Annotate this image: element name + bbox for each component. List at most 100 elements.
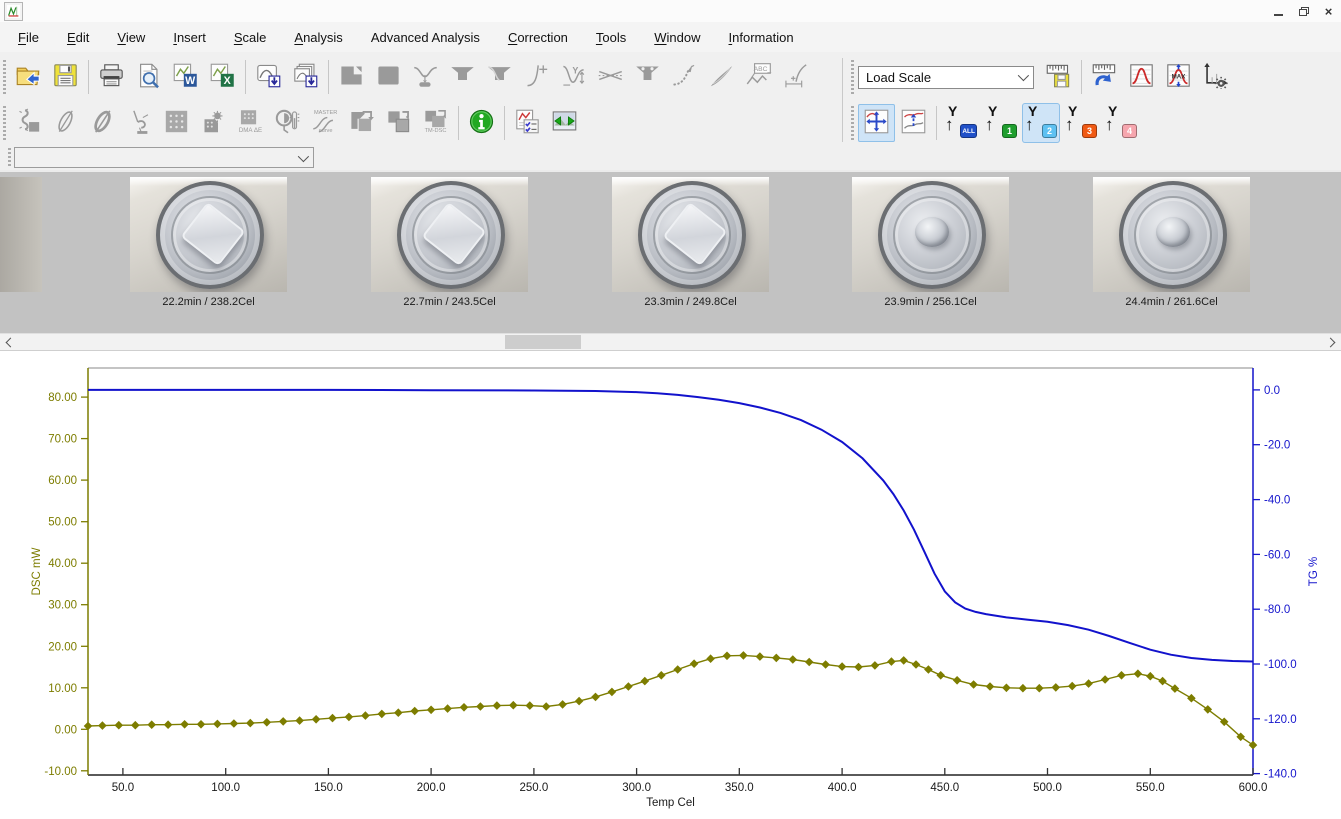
open-file-button[interactable]: [10, 58, 47, 96]
zone-select-2-icon: [375, 62, 402, 92]
minimize-button[interactable]: [1266, 1, 1291, 21]
print-button[interactable]: [93, 58, 130, 96]
y-axis-4-button[interactable]: Y↑4: [1102, 103, 1140, 143]
y-shift-mode-button[interactable]: [895, 104, 932, 142]
temperature-probe-button: [269, 104, 306, 142]
horizontal-scrollbar[interactable]: [0, 333, 1341, 351]
information-button[interactable]: [463, 104, 500, 142]
restore-icon: [1299, 7, 1309, 16]
y-axis-3-button[interactable]: Y↑3: [1062, 103, 1100, 143]
peak-top-icon: [634, 62, 661, 92]
axis-settings-button[interactable]: [1197, 58, 1234, 96]
menu-tools[interactable]: Tools: [582, 25, 640, 50]
toolbar-gripper[interactable]: [8, 148, 11, 166]
y-axis-2-button[interactable]: Y↑2: [1022, 103, 1060, 143]
toolbar-gripper[interactable]: [3, 106, 6, 140]
save-scale-button[interactable]: [1040, 58, 1077, 96]
chevron-down-icon: [1018, 70, 1029, 81]
restore-button[interactable]: [1291, 1, 1316, 21]
scroll-right-button[interactable]: [1323, 334, 1341, 350]
svg-text:X: X: [224, 75, 232, 87]
scrollbar-thumb[interactable]: [505, 335, 581, 349]
image-display-button[interactable]: [546, 104, 583, 142]
sample-frame[interactable]: 23.9min / 256.1Cel: [852, 177, 1009, 308]
onset-point-icon: [523, 62, 550, 92]
sample-photo: [0, 177, 42, 292]
ring-analysis-1-button: [47, 104, 84, 142]
toolbar-separator: [458, 106, 459, 140]
sample-frame[interactable]: 23.3min / 249.8Cel: [612, 177, 769, 308]
print-preview-button[interactable]: [130, 58, 167, 96]
scroll-left-button[interactable]: [0, 334, 18, 350]
scale-preset-combobox[interactable]: Load Scale: [858, 66, 1034, 89]
master-curve-button: MASTERcurve: [306, 104, 343, 142]
range-measure-button: [777, 58, 814, 96]
pan-mode-button[interactable]: [858, 104, 895, 142]
sample-frame[interactable]: 22.7min / 243.5Cel: [371, 177, 528, 308]
svg-text:-100.0: -100.0: [1264, 659, 1297, 671]
import-curves-multi-button[interactable]: [287, 58, 324, 96]
y-axis-all-button[interactable]: Y↑ALL: [942, 103, 980, 143]
y-badge: 3: [1082, 124, 1097, 138]
menu-window[interactable]: Window: [640, 25, 714, 50]
svg-text:500.0: 500.0: [1033, 782, 1062, 794]
menu-scale[interactable]: Scale: [220, 25, 281, 50]
svg-text:-80.0: -80.0: [1264, 604, 1290, 616]
sample-frame[interactable]: 22.2min / 238.2Cel: [130, 177, 287, 308]
analysis-report-button[interactable]: [509, 104, 546, 142]
toolbar-separator: [245, 60, 246, 94]
auto-scale-max-button[interactable]: MAX: [1160, 58, 1197, 96]
zone-select-1-button: [333, 58, 370, 96]
menu-advanced-analysis[interactable]: Advanced Analysis: [357, 25, 494, 50]
data-combobox[interactable]: [14, 147, 314, 168]
export-excel-button[interactable]: X: [204, 58, 241, 96]
import-curve-icon: [255, 62, 282, 92]
tm-dsc-icon: TM-DSC: [422, 108, 449, 138]
onset-point-button: [518, 58, 555, 96]
auto-scale-curve-button[interactable]: [1123, 58, 1160, 96]
close-button[interactable]: ×: [1316, 1, 1341, 21]
dsc-axis-label: DSC mW: [31, 547, 43, 595]
menu-view[interactable]: View: [103, 25, 159, 50]
toolbar-gripper[interactable]: [3, 60, 6, 94]
toolbar-gripper[interactable]: [851, 106, 854, 140]
sample-photo: [852, 177, 1009, 292]
overlay-1-button: [343, 104, 380, 142]
toolbar-area: WXYABC_ DMA ΔEMASTERcurveTM-DSC Load Sca…: [0, 52, 1341, 171]
menu-correction[interactable]: Correction: [494, 25, 582, 50]
sample-melt: [1156, 217, 1190, 247]
annotation-button: ABC_: [740, 58, 777, 96]
sample-frame[interactable]: [0, 177, 42, 292]
overlay-2-button: [380, 104, 417, 142]
up-arrow-icon: ↑: [985, 116, 994, 133]
svg-text:0.00: 0.00: [55, 724, 77, 736]
import-curve-button[interactable]: [250, 58, 287, 96]
menu-edit[interactable]: Edit: [53, 25, 103, 50]
toolbar-scale: Load Scale MAX: [848, 55, 1234, 99]
toolbar-gripper[interactable]: [851, 60, 854, 94]
sample-frame[interactable]: 24.4min / 261.6Cel: [1093, 177, 1250, 308]
y-badge: ALL: [960, 124, 977, 138]
menu-file[interactable]: File: [4, 25, 53, 50]
crucible-image: [1119, 181, 1227, 289]
menu-insert[interactable]: Insert: [159, 25, 220, 50]
sample-shape-icon: [15, 108, 42, 138]
dotted-curve-fit-button: [666, 58, 703, 96]
restore-scale-button[interactable]: [1086, 58, 1123, 96]
svg-text:DMA ΔE: DMA ΔE: [239, 127, 262, 134]
app-icon[interactable]: [4, 2, 23, 21]
auto-scale-max-icon: MAX: [1165, 62, 1192, 92]
save-button[interactable]: [47, 58, 84, 96]
chart-panel[interactable]: 80.0070.0060.0050.0040.0030.0020.0010.00…: [0, 351, 1341, 816]
ring-analysis-2-icon: [89, 108, 116, 138]
y-axis-1-button[interactable]: Y↑1: [982, 103, 1020, 143]
toolbar-separator: [1081, 60, 1082, 94]
import-curves-multi-icon: [292, 62, 319, 92]
partial-area-button: [481, 58, 518, 96]
export-word-button[interactable]: W: [167, 58, 204, 96]
image-strip: 22.2min / 238.2Cel 22.7min / 243.5Cel 23.3…: [0, 170, 1341, 335]
menu-analysis[interactable]: Analysis: [280, 25, 356, 50]
titlebar: ×: [0, 0, 1341, 23]
partial-photo-edge: [0, 177, 42, 292]
menu-information[interactable]: Information: [715, 25, 808, 50]
